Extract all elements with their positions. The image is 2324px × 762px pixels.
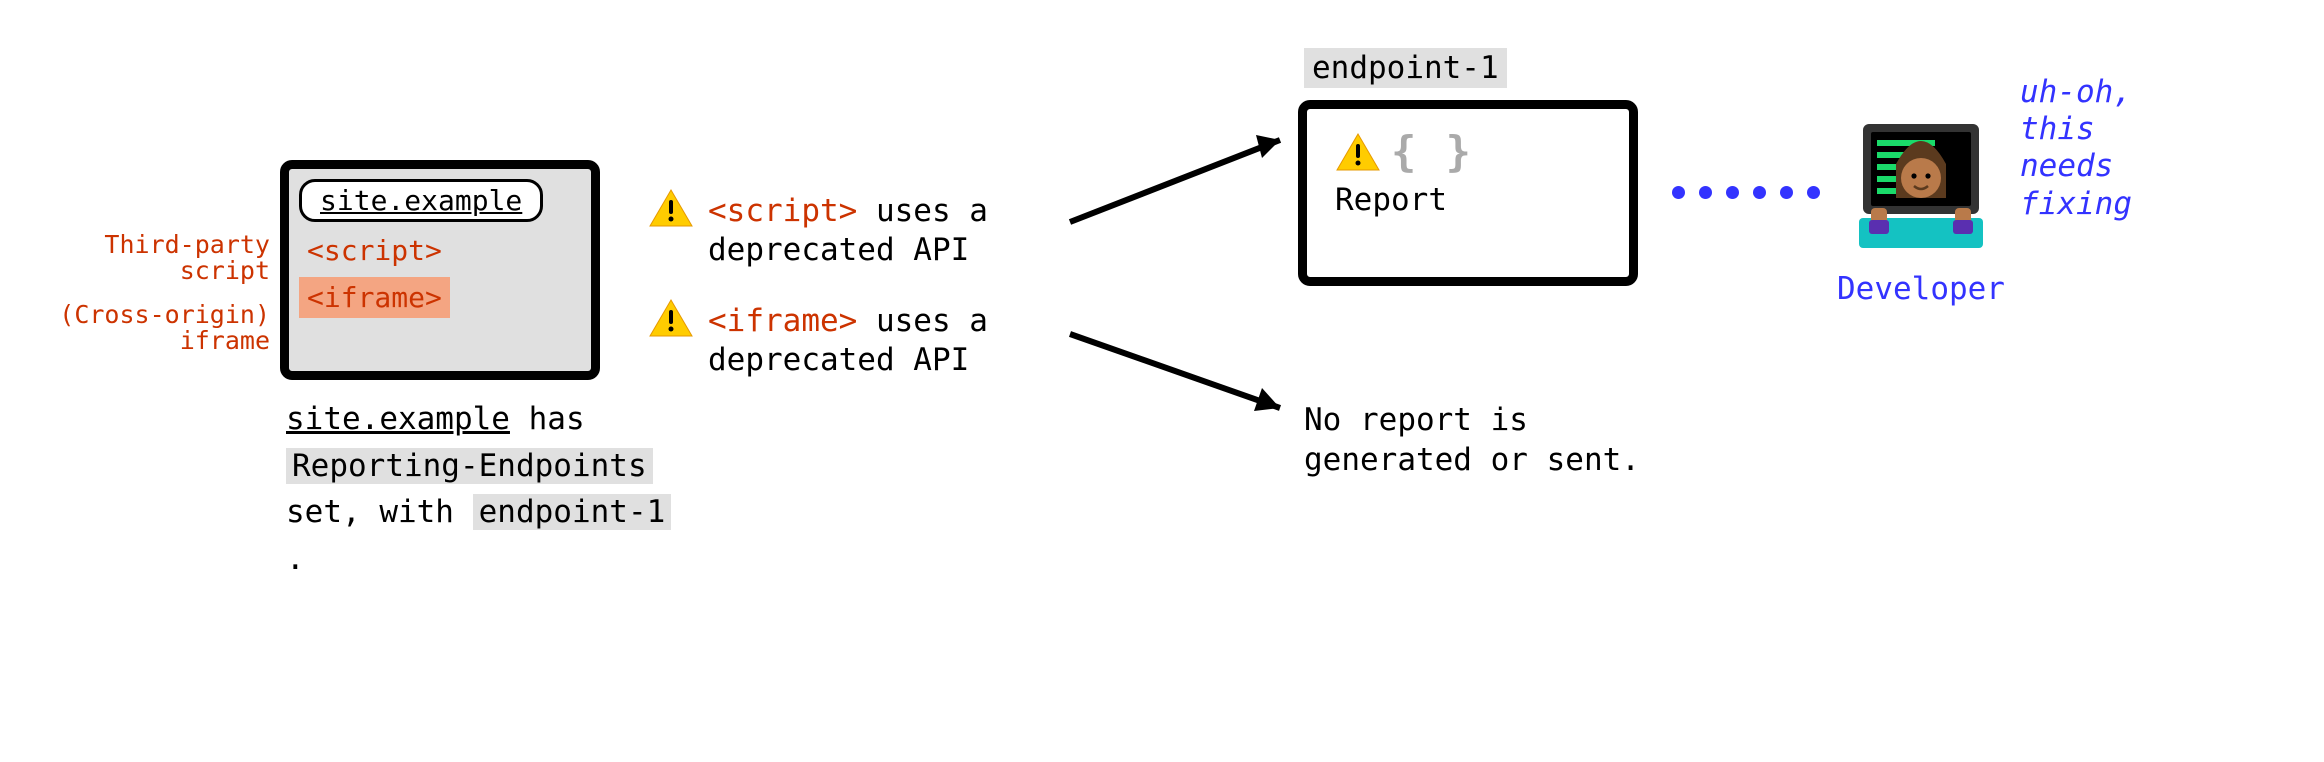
endpoint-window: { } Report	[1298, 100, 1638, 286]
developer-thought: uh-oh, this needs fixing	[2020, 74, 2132, 223]
thought-l4: fixing	[2020, 186, 2132, 222]
thought-l3: needs	[2020, 148, 2113, 184]
thought-l1: uh-oh,	[2020, 74, 2132, 110]
endpoint-name: endpoint-1	[1304, 48, 1507, 88]
thought-l2: this	[2020, 111, 2095, 147]
developer-avatar-block: Developer	[1836, 108, 2006, 307]
endpoint-label: endpoint-1	[1304, 50, 1507, 86]
no-report-l1: No report is	[1304, 402, 1528, 438]
report-line: { }	[1335, 127, 1601, 176]
braces-icon: { }	[1391, 127, 1473, 176]
dotted-connector	[1672, 186, 1820, 199]
developer-avatar-icon	[1841, 232, 2001, 265]
warning-icon	[1335, 132, 1381, 172]
developer-label: Developer	[1836, 271, 2006, 307]
no-report-l2: generated or sent.	[1304, 442, 1640, 478]
report-label: Report	[1335, 182, 1601, 218]
no-report-text: No report is generated or sent.	[1304, 400, 1640, 481]
